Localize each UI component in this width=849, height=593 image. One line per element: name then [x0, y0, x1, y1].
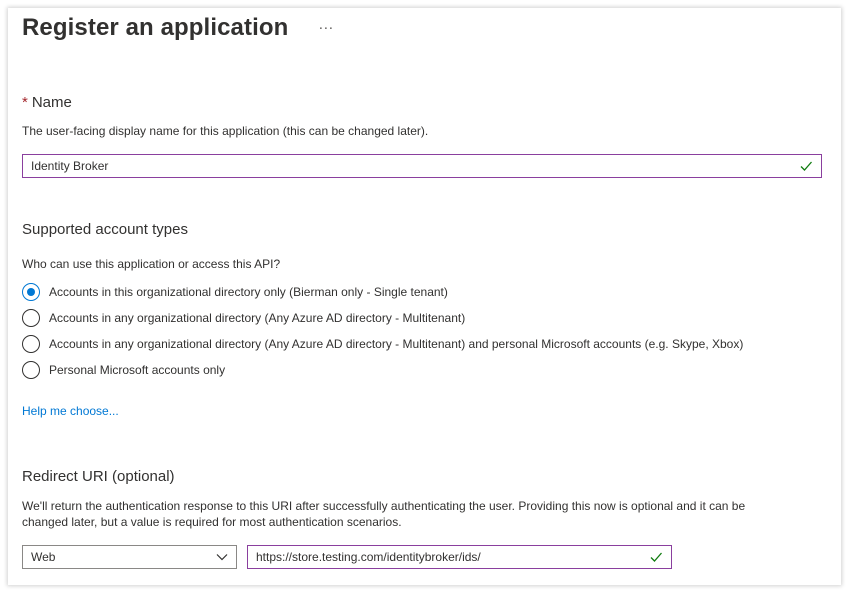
radio-option-multitenant-personal[interactable]: Accounts in any organizational directory…: [22, 335, 743, 353]
account-types-label: Supported account types: [22, 221, 188, 238]
register-app-panel: Register an application ··· * Name The us…: [8, 8, 841, 585]
more-options-ellipsis-icon[interactable]: ···: [314, 19, 337, 37]
name-input-value: Identity Broker: [31, 159, 109, 173]
redirect-uri-input[interactable]: https://store.testing.com/identitybroker…: [247, 545, 672, 569]
radio-button[interactable]: [22, 361, 40, 379]
name-label-text: Name: [31, 94, 72, 111]
account-types-question: Who can use this application or access t…: [22, 257, 281, 271]
radio-label: Accounts in this organizational director…: [49, 285, 448, 299]
name-label: * Name: [22, 94, 72, 111]
radio-option-multitenant[interactable]: Accounts in any organizational directory…: [22, 309, 465, 327]
radio-label: Accounts in any organizational directory…: [49, 337, 744, 351]
redirect-uri-description-line2: changed later, but a value is required f…: [22, 515, 402, 529]
radio-button[interactable]: [22, 335, 40, 353]
chevron-down-icon: [216, 554, 228, 561]
radio-button[interactable]: [22, 283, 40, 301]
name-input[interactable]: Identity Broker: [22, 154, 822, 178]
page-title: Register an application: [22, 14, 289, 41]
help-me-choose-link[interactable]: Help me choose...: [22, 404, 119, 418]
radio-option-personal-only[interactable]: Personal Microsoft accounts only: [22, 361, 225, 379]
title-row: Register an application ···: [22, 14, 337, 42]
platform-select[interactable]: Web: [22, 545, 237, 569]
checkmark-icon: [650, 552, 662, 562]
radio-label: Personal Microsoft accounts only: [49, 363, 226, 377]
redirect-uri-description-line1: We'll return the authentication response…: [22, 499, 746, 513]
redirect-uri-value: https://store.testing.com/identitybroker…: [256, 550, 481, 564]
redirect-uri-label: Redirect URI (optional): [22, 468, 175, 485]
platform-select-value: Web: [31, 550, 56, 564]
radio-label: Accounts in any organizational directory…: [49, 311, 466, 325]
radio-option-single-tenant[interactable]: Accounts in this organizational director…: [22, 283, 448, 301]
name-description: The user-facing display name for this ap…: [22, 124, 429, 138]
required-marker: *: [22, 94, 28, 111]
radio-button[interactable]: [22, 309, 40, 327]
checkmark-icon: [800, 161, 812, 171]
